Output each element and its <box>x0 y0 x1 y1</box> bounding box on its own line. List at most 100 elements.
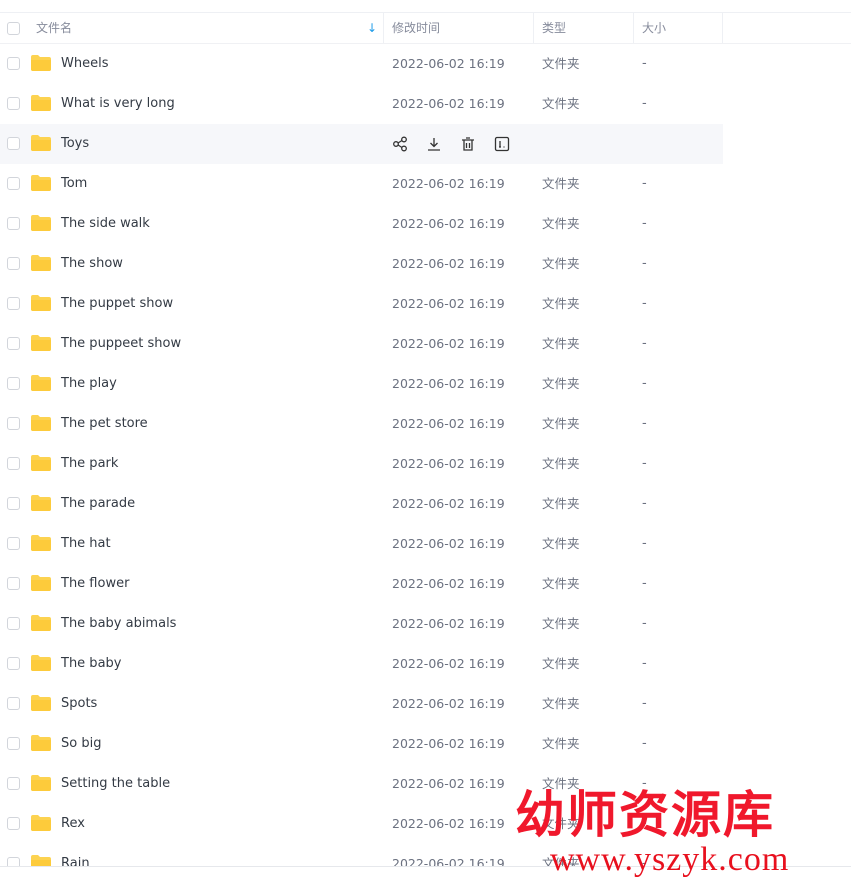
row-checkbox[interactable] <box>7 217 20 230</box>
row-checkbox[interactable] <box>7 617 20 630</box>
table-row[interactable]: The baby 2022-06-02 16:19 文件夹 - <box>0 644 723 684</box>
modified-time: 2022-06-02 16:19 <box>392 56 505 71</box>
row-checkbox[interactable] <box>7 97 20 110</box>
modified-time: 2022-06-02 16:19 <box>392 696 505 711</box>
row-checkbox[interactable] <box>7 777 20 790</box>
modified-time: 2022-06-02 16:19 <box>392 856 505 867</box>
select-all-checkbox[interactable] <box>7 22 20 35</box>
row-checkbox[interactable] <box>7 817 20 830</box>
table-row[interactable]: The play 2022-06-02 16:19 文件夹 - <box>0 364 723 404</box>
modified-time: 2022-06-02 16:19 <box>392 656 505 671</box>
row-checkbox[interactable] <box>7 417 20 430</box>
table-row[interactable]: The park 2022-06-02 16:19 文件夹 - <box>0 444 723 484</box>
column-name-label: 文件名 <box>36 21 73 35</box>
file-name[interactable]: What is very long <box>61 84 175 124</box>
file-name[interactable]: Toys <box>61 124 89 164</box>
file-name[interactable]: The baby <box>61 644 121 684</box>
table-row[interactable]: Toys <box>0 124 723 164</box>
table-row[interactable]: The baby abimals 2022-06-02 16:19 文件夹 - <box>0 604 723 644</box>
folder-icon <box>31 695 51 711</box>
rows: Wheels 2022-06-02 16:19 文件夹 - What is ver… <box>0 44 851 867</box>
table-row[interactable]: Spots 2022-06-02 16:19 文件夹 - <box>0 684 723 724</box>
file-type: 文件夹 <box>542 736 580 751</box>
delete-icon[interactable] <box>460 136 476 152</box>
folder-icon <box>31 335 51 351</box>
file-type: 文件夹 <box>542 96 580 111</box>
file-name[interactable]: Wheels <box>61 44 108 84</box>
file-size: - <box>642 376 647 391</box>
row-checkbox[interactable] <box>7 377 20 390</box>
share-icon[interactable] <box>392 136 408 152</box>
table-row[interactable]: What is very long 2022-06-02 16:19 文件夹 - <box>0 84 723 124</box>
file-type: 文件夹 <box>542 616 580 631</box>
folder-icon <box>31 535 51 551</box>
table-row[interactable]: The parade 2022-06-02 16:19 文件夹 - <box>0 484 723 524</box>
row-checkbox[interactable] <box>7 857 20 866</box>
file-name[interactable]: Spots <box>61 684 97 724</box>
file-type: 文件夹 <box>542 456 580 471</box>
row-checkbox[interactable] <box>7 257 20 270</box>
row-checkbox[interactable] <box>7 457 20 470</box>
file-name[interactable]: The parade <box>61 484 135 524</box>
sort-down-icon[interactable]: ↓ <box>367 13 377 43</box>
row-checkbox[interactable] <box>7 497 20 510</box>
file-name[interactable]: Rain <box>61 844 90 866</box>
table-row[interactable]: So big 2022-06-02 16:19 文件夹 - <box>0 724 723 764</box>
column-modified[interactable]: 修改时间 <box>384 13 534 43</box>
table-row[interactable]: The side walk 2022-06-02 16:19 文件夹 - <box>0 204 723 244</box>
row-actions <box>392 136 510 152</box>
table-row[interactable]: The hat 2022-06-02 16:19 文件夹 - <box>0 524 723 564</box>
file-name[interactable]: The show <box>61 244 123 284</box>
folder-icon <box>31 815 51 831</box>
row-checkbox[interactable] <box>7 297 20 310</box>
file-name[interactable]: The puppet show <box>61 284 173 324</box>
table-row[interactable]: The pet store 2022-06-02 16:19 文件夹 - <box>0 404 723 444</box>
row-checkbox[interactable] <box>7 737 20 750</box>
file-name[interactable]: The hat <box>61 524 111 564</box>
folder-icon <box>31 135 51 151</box>
folder-icon <box>31 175 51 191</box>
folder-icon <box>31 415 51 431</box>
watermark-url: www.yszyk.com <box>550 841 790 878</box>
table-row[interactable]: Tom 2022-06-02 16:19 文件夹 - <box>0 164 723 204</box>
file-name[interactable]: The baby abimals <box>61 604 176 644</box>
file-size: - <box>642 336 647 351</box>
file-type: 文件夹 <box>542 216 580 231</box>
file-name[interactable]: The pet store <box>61 404 148 444</box>
table-row[interactable]: The puppet show 2022-06-02 16:19 文件夹 - <box>0 284 723 324</box>
file-name[interactable]: The park <box>61 444 118 484</box>
file-name[interactable]: Tom <box>61 164 87 204</box>
file-name[interactable]: Setting the table <box>61 764 170 804</box>
modified-time: 2022-06-02 16:19 <box>392 256 505 271</box>
row-checkbox[interactable] <box>7 657 20 670</box>
modified-time: 2022-06-02 16:19 <box>392 616 505 631</box>
download-icon[interactable] <box>426 136 442 152</box>
row-checkbox[interactable] <box>7 57 20 70</box>
row-checkbox[interactable] <box>7 577 20 590</box>
column-type[interactable]: 类型 <box>534 13 634 43</box>
table-row[interactable]: The puppeet show 2022-06-02 16:19 文件夹 - <box>0 324 723 364</box>
row-checkbox[interactable] <box>7 697 20 710</box>
row-checkbox[interactable] <box>7 337 20 350</box>
folder-icon <box>31 295 51 311</box>
file-size: - <box>642 736 647 751</box>
folder-icon <box>31 215 51 231</box>
column-size[interactable]: 大小 <box>634 13 723 43</box>
file-name[interactable]: The puppeet show <box>61 324 181 364</box>
file-name[interactable]: The side walk <box>61 204 150 244</box>
folder-icon <box>31 55 51 71</box>
rename-icon[interactable] <box>494 136 510 152</box>
row-checkbox[interactable] <box>7 137 20 150</box>
row-checkbox[interactable] <box>7 537 20 550</box>
file-size: - <box>642 416 647 431</box>
table-row[interactable]: The flower 2022-06-02 16:19 文件夹 - <box>0 564 723 604</box>
file-name[interactable]: So big <box>61 724 101 764</box>
table-row[interactable]: The show 2022-06-02 16:19 文件夹 - <box>0 244 723 284</box>
column-name[interactable]: 文件名 ↓ <box>28 13 384 43</box>
file-size: - <box>642 216 647 231</box>
table-row[interactable]: Wheels 2022-06-02 16:19 文件夹 - <box>0 44 723 84</box>
row-checkbox[interactable] <box>7 177 20 190</box>
file-name[interactable]: Rex <box>61 804 85 844</box>
file-name[interactable]: The flower <box>61 564 129 604</box>
file-name[interactable]: The play <box>61 364 117 404</box>
